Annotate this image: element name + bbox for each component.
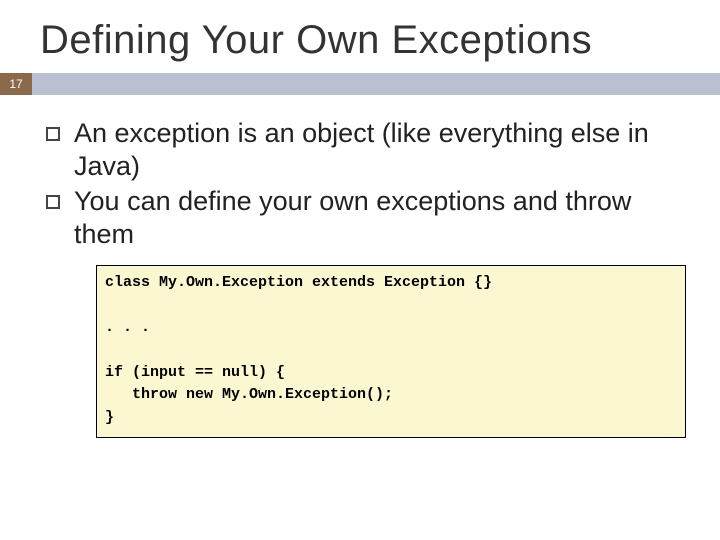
slide-title: Defining Your Own Exceptions (0, 0, 720, 73)
slide: Defining Your Own Exceptions 17 An excep… (0, 0, 720, 540)
bullet-list: An exception is an object (like everythi… (40, 117, 692, 251)
bullet-item: You can define your own exceptions and t… (40, 185, 692, 251)
page-number: 17 (0, 73, 32, 95)
content-area: An exception is an object (like everythi… (0, 95, 720, 438)
code-block: class My.Own.Exception extends Exception… (96, 265, 686, 439)
bullet-item: An exception is an object (like everythi… (40, 117, 692, 183)
divider-bar: 17 (0, 73, 720, 95)
accent-bar (32, 73, 720, 95)
